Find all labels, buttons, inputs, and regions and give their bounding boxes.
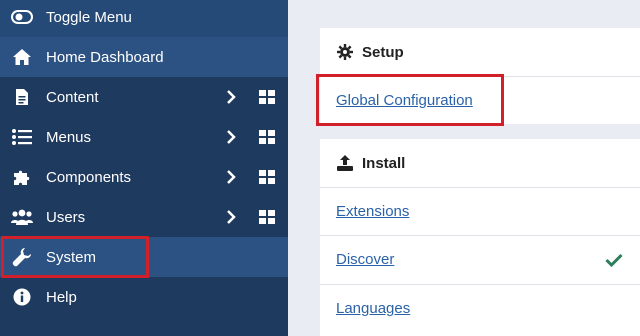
list-item: Languages [320, 284, 640, 332]
home-icon [11, 46, 33, 68]
setup-title: Setup [362, 43, 404, 61]
sidebar-item-menus[interactable]: Menus [0, 117, 288, 157]
list-item: Global Configuration [320, 76, 640, 124]
toggle-icon [11, 6, 33, 28]
dashboard-grid-icon[interactable] [259, 170, 275, 184]
dashboard-grid-icon[interactable] [259, 130, 275, 144]
sidebar-item-label: Content [46, 88, 99, 106]
info-icon [11, 286, 33, 308]
sidebar: Toggle Menu Home Dashboard Content Menus [0, 0, 288, 336]
sidebar-item-components[interactable]: Components [0, 157, 288, 197]
sidebar-item-home-dashboard[interactable]: Home Dashboard [0, 37, 288, 77]
gear-icon [336, 43, 354, 61]
chevron-right-icon[interactable] [225, 170, 237, 184]
setup-header: Setup [336, 28, 404, 76]
languages-link[interactable]: Languages [336, 300, 410, 317]
chevron-right-icon[interactable] [225, 90, 237, 104]
chevron-right-icon[interactable] [225, 130, 237, 144]
sidebar-item-label: System [46, 248, 97, 266]
sidebar-item-label: Users [46, 208, 86, 226]
puzzle-icon [11, 166, 33, 188]
setup-panel: Setup Global Configuration [320, 28, 640, 124]
sidebar-item-help[interactable]: Help [0, 277, 288, 317]
sidebar-item-label: Toggle Menu [46, 8, 132, 26]
install-title: Install [362, 154, 406, 172]
sidebar-item-toggle-menu[interactable]: Toggle Menu [0, 0, 288, 37]
sidebar-item-label: Home Dashboard [46, 48, 164, 66]
sidebar-item-label: Menus [46, 128, 92, 146]
extensions-link[interactable]: Extensions [336, 203, 409, 220]
sidebar-item-label: Components [46, 168, 132, 186]
sidebar-item-content[interactable]: Content [0, 77, 288, 117]
discover-link[interactable]: Discover [336, 251, 394, 268]
chevron-right-icon[interactable] [225, 210, 237, 224]
global-configuration-link[interactable]: Global Configuration [336, 92, 473, 109]
wrench-icon [11, 246, 33, 268]
upload-icon [336, 154, 354, 172]
install-header: Install [336, 139, 405, 187]
users-icon [11, 206, 33, 228]
file-icon [11, 86, 33, 108]
sidebar-item-users[interactable]: Users [0, 197, 288, 237]
dashboard-grid-icon[interactable] [259, 210, 275, 224]
sidebar-item-label: Help [46, 288, 77, 306]
list-item: Extensions [320, 187, 640, 235]
list-item: Discover [320, 235, 640, 283]
list-icon [11, 126, 33, 148]
dashboard-grid-icon[interactable] [259, 90, 275, 104]
check-icon [605, 253, 623, 267]
install-panel: Install Extensions Discover Languages [320, 139, 640, 336]
sidebar-item-system[interactable]: System [0, 237, 288, 277]
